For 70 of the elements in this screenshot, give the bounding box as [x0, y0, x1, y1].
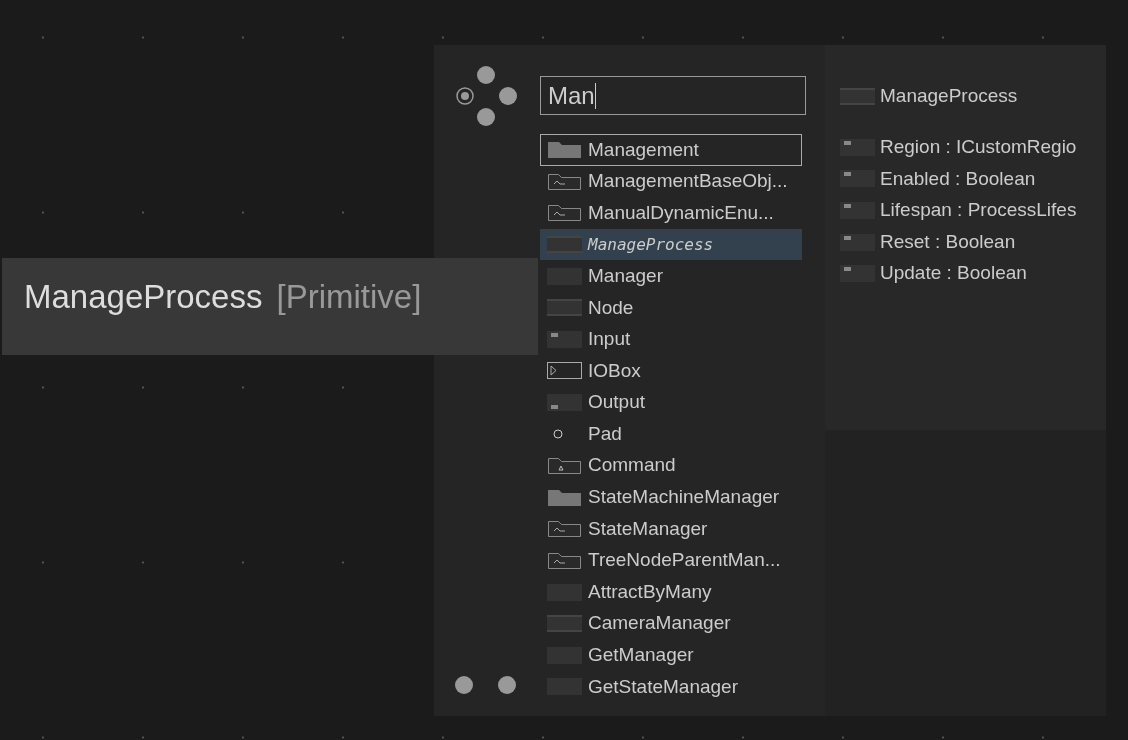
- pin-label: Update : Boolean: [880, 261, 1027, 286]
- result-label: GetManager: [588, 643, 694, 668]
- node-icon: [840, 87, 875, 105]
- folder-wave-icon: [547, 204, 582, 222]
- result-label: Input: [588, 327, 631, 352]
- pin-label: Region : ICustomRegio: [880, 135, 1077, 160]
- dot-icon[interactable]: [498, 676, 516, 694]
- result-item[interactable]: Input: [540, 323, 802, 356]
- result-label: ManageProcess: [588, 233, 714, 256]
- output-pin-icon: [547, 394, 582, 412]
- result-item[interactable]: GetStateManager: [540, 671, 802, 703]
- result-item[interactable]: GetManager: [540, 639, 802, 672]
- result-label: Pad: [588, 421, 622, 446]
- pin-label: Enabled : Boolean: [880, 166, 1036, 191]
- result-item[interactable]: Pad: [540, 418, 802, 450]
- folder-wave-icon: [547, 520, 582, 538]
- search-field[interactable]: Man: [540, 76, 806, 115]
- folder-icon: [547, 141, 582, 159]
- input-pin-icon: [840, 265, 875, 283]
- result-item[interactable]: StateManager: [540, 513, 802, 545]
- input-pin-icon: [840, 170, 875, 188]
- folder-wave-icon: [547, 552, 582, 569]
- result-item[interactable]: Output: [540, 386, 802, 419]
- dpad-icon[interactable]: [455, 66, 518, 127]
- result-item[interactable]: Management: [540, 134, 802, 166]
- result-item[interactable]: Command: [540, 449, 802, 482]
- input-pin-icon: [840, 233, 875, 251]
- circle-icon: [553, 429, 563, 440]
- node-icon: [547, 615, 582, 633]
- result-label: StateMachineManager: [588, 485, 780, 510]
- folder-icon: [547, 488, 582, 506]
- result-label: StateManager: [588, 516, 708, 541]
- input-pin-icon: [840, 138, 875, 156]
- result-item[interactable]: StateMachineManager: [540, 481, 802, 514]
- folder-triangle-icon: [547, 457, 582, 475]
- result-label: Command: [588, 453, 676, 478]
- result-item[interactable]: CameraManager: [540, 607, 802, 640]
- input-pin-icon: [840, 202, 875, 219]
- result-label: CameraManager: [588, 611, 731, 636]
- input-pin-icon: [547, 330, 582, 348]
- iobox-icon: [547, 362, 582, 380]
- pin-label: Reset : Boolean: [880, 229, 1016, 254]
- result-label: IOBox: [588, 358, 641, 383]
- result-label: Output: [588, 390, 646, 415]
- result-item[interactable]: IOBox: [540, 355, 802, 387]
- result-item[interactable]: AttractByMany: [540, 576, 802, 608]
- search-text: Man: [548, 83, 595, 108]
- node-icon: [547, 236, 582, 254]
- tooltip-name: ManageProcess: [24, 276, 263, 317]
- node-icon: [547, 299, 582, 317]
- result-label: AttractByMany: [588, 579, 712, 604]
- result-item[interactable]: Node: [540, 291, 802, 324]
- result-label: GetStateManager: [588, 674, 738, 699]
- tooltip-category: [Primitive]: [276, 276, 422, 317]
- result-label: TreeNodeParentMan...: [588, 548, 781, 573]
- result-label: Management: [588, 137, 699, 162]
- result-label: Manager: [588, 263, 663, 288]
- result-item[interactable]: ManagementBaseObj...: [540, 165, 802, 198]
- result-label: ManualDynamicEnu...: [588, 200, 774, 225]
- folder-wave-icon: [547, 172, 582, 190]
- result-label: ManagementBaseObj...: [588, 169, 788, 194]
- result-item[interactable]: TreeNodeParentMan...: [540, 544, 802, 577]
- node-title: ManageProcess: [880, 84, 1018, 108]
- text-cursor: [594, 82, 596, 109]
- result-label: Node: [588, 295, 634, 320]
- result-item[interactable]: ManageProcess: [540, 228, 802, 261]
- dot-icon[interactable]: [455, 676, 473, 694]
- result-item[interactable]: ManualDynamicEnu...: [540, 197, 802, 229]
- pin-label: Lifespan : ProcessLifes: [880, 198, 1077, 223]
- result-item[interactable]: Manager: [540, 260, 802, 292]
